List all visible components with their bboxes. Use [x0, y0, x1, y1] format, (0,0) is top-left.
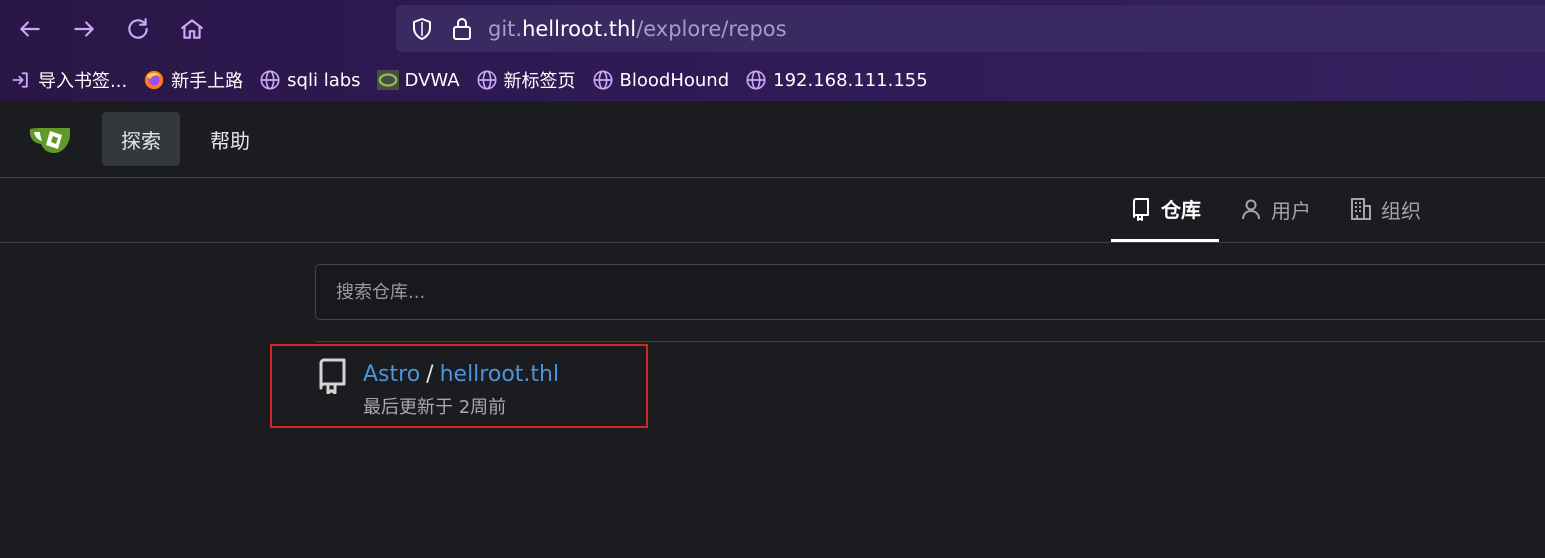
- bookmarks-bar: 导入书签... 新手上路 sqli labs DVWA 新标签页 BloodHo…: [0, 62, 1545, 98]
- bookmark-label: sqli labs: [287, 69, 361, 91]
- dvwa-icon: [376, 69, 399, 91]
- bookmark-getting-started[interactable]: 新手上路: [133, 62, 249, 98]
- bookmark-label: BloodHound: [619, 69, 730, 91]
- bookmark-label: 新标签页: [503, 71, 576, 92]
- repo-icon: [319, 358, 346, 394]
- repo-title: Astro / hellroot.thl: [363, 360, 559, 390]
- back-button[interactable]: [12, 11, 48, 47]
- address-bar[interactable]: git.hellroot.thl/explore/repos: [396, 5, 1545, 52]
- arrow-left-icon: [20, 21, 40, 37]
- bookmark-sqli-labs[interactable]: sqli labs: [249, 62, 366, 98]
- bookmark-label: 新手上路: [171, 71, 244, 92]
- bookmark-dvwa[interactable]: DVWA: [367, 62, 466, 98]
- shield-icon[interactable]: [410, 17, 434, 41]
- tab-label: 组织: [1381, 198, 1421, 223]
- url-text[interactable]: git.hellroot.thl/explore/repos: [488, 15, 787, 43]
- tab-label: 用户: [1271, 198, 1311, 223]
- repo-search: [315, 264, 1545, 320]
- arrow-right-icon: [74, 21, 94, 37]
- organization-icon: [1351, 198, 1371, 220]
- tab-organizations[interactable]: 组织: [1331, 178, 1439, 240]
- bookmark-label: DVWA: [404, 69, 460, 91]
- url-host: hellroot.thl: [522, 17, 637, 41]
- globe-icon: [476, 69, 498, 91]
- divider: [315, 341, 1545, 342]
- reload-button[interactable]: [120, 11, 156, 47]
- home-icon: [181, 19, 203, 39]
- repo-separator: /: [426, 362, 434, 387]
- user-icon: [1242, 199, 1260, 220]
- explore-tabs: 仓库 用户 组织: [0, 178, 1545, 243]
- globe-icon: [259, 69, 281, 91]
- bookmark-label: 192.168.111.155: [773, 69, 928, 91]
- browser-toolbar: git.hellroot.thl/explore/repos 导入书签... 新…: [0, 0, 1545, 101]
- repo-name-link[interactable]: hellroot.thl: [440, 362, 560, 387]
- globe-icon: [745, 69, 767, 91]
- nav-help[interactable]: 帮助: [191, 112, 269, 166]
- bookmark-ip[interactable]: 192.168.111.155: [735, 62, 934, 98]
- import-icon: [10, 69, 32, 91]
- tab-users[interactable]: 用户: [1221, 178, 1329, 240]
- bookmark-new-tab[interactable]: 新标签页: [466, 62, 582, 98]
- search-input[interactable]: [316, 265, 1545, 319]
- bookmark-bloodhound[interactable]: BloodHound: [582, 62, 736, 98]
- lock-icon[interactable]: [450, 16, 474, 42]
- home-button[interactable]: [174, 11, 210, 47]
- forward-button[interactable]: [66, 11, 102, 47]
- nav-explore[interactable]: 探索: [102, 112, 180, 166]
- url-path: /explore/repos: [636, 17, 787, 41]
- gitea-logo-icon[interactable]: [28, 121, 78, 157]
- globe-icon: [592, 69, 614, 91]
- tab-label: 仓库: [1161, 198, 1201, 222]
- firefox-icon: [143, 69, 165, 91]
- repo-updated-time: 最后更新于 2周前: [363, 397, 507, 418]
- reload-icon: [128, 18, 148, 39]
- tab-repositories[interactable]: 仓库: [1111, 178, 1219, 242]
- site-header: 探索 帮助: [0, 101, 1545, 178]
- repo-owner-link[interactable]: Astro: [363, 362, 420, 387]
- url-prefix: git.: [488, 17, 523, 41]
- bookmark-import[interactable]: 导入书签...: [0, 62, 133, 98]
- repo-icon: [1133, 197, 1149, 221]
- bookmark-label: 导入书签...: [38, 71, 128, 92]
